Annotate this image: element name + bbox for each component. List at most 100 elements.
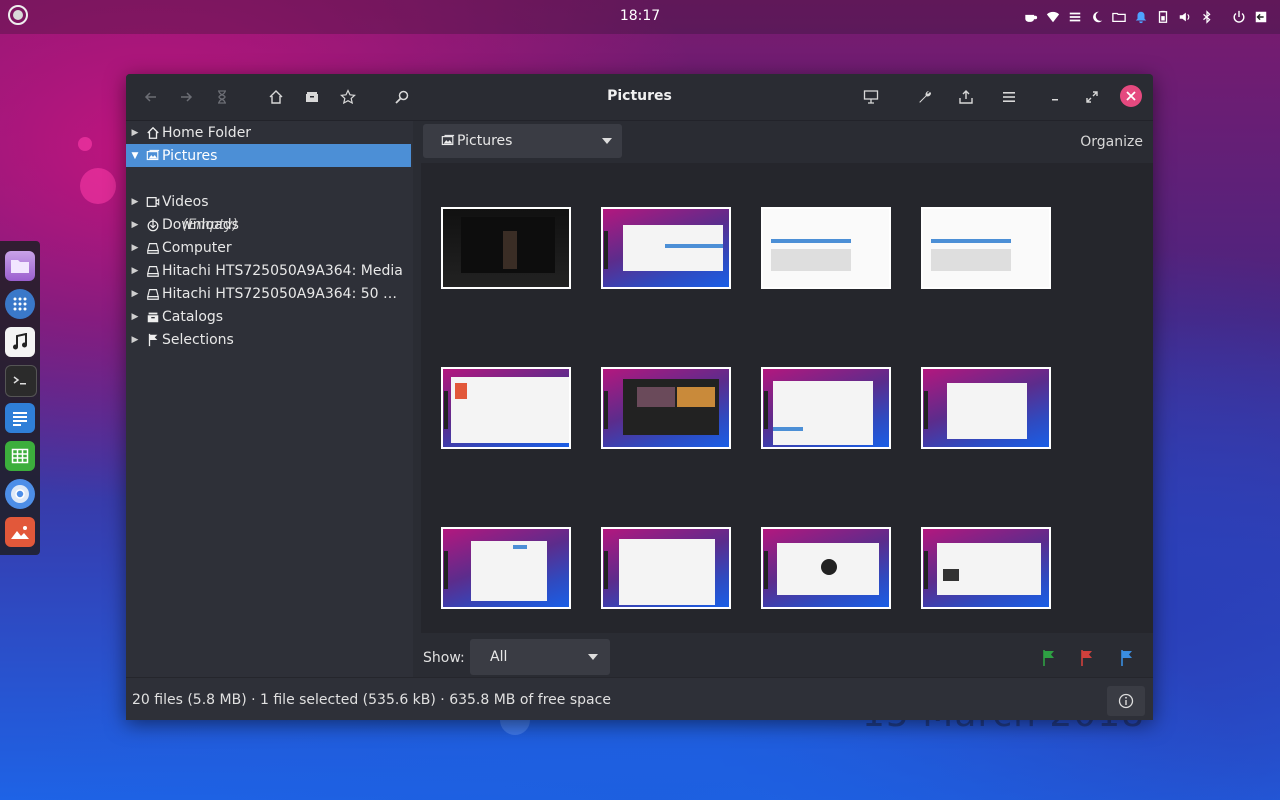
info-button[interactable] <box>1107 686 1145 716</box>
terminal-icon[interactable] <box>5 365 37 397</box>
home-icon <box>144 125 162 141</box>
minimize-icon[interactable] <box>1045 87 1065 107</box>
sidebar-item-label: Hitachi HTS725050A9A364: 50 GB Volume <box>162 285 402 302</box>
sidebar-item-pictures[interactable]: ▼ Pictures <box>126 144 411 167</box>
collapse-arrow-icon[interactable]: ▼ <box>126 151 144 161</box>
sidebar-item-label: Selections <box>162 331 234 348</box>
share-export-icon[interactable] <box>956 87 976 107</box>
green-flag-icon[interactable] <box>1041 649 1057 667</box>
sidebar-item-label: Home Folder <box>162 124 252 141</box>
image-thumbnail[interactable] <box>441 367 571 449</box>
sidebar-item-selections[interactable]: ▶ Selections <box>126 328 411 351</box>
catalog-icon <box>144 309 162 325</box>
home-icon[interactable] <box>266 87 286 107</box>
header-bar: Pictures <box>126 74 1153 121</box>
image-thumbnail[interactable] <box>441 207 571 289</box>
bookmark-star-icon[interactable] <box>338 87 358 107</box>
red-flag-icon[interactable] <box>1079 649 1095 667</box>
location-button[interactable]: Pictures <box>423 124 622 158</box>
image-thumbnail[interactable] <box>441 527 571 609</box>
show-filter-select[interactable]: All <box>470 639 610 675</box>
app-grid-icon[interactable] <box>5 289 35 319</box>
drive-icon <box>144 286 162 302</box>
sidebar-item-label: Pictures <box>162 147 218 164</box>
show-filter-label: Show: <box>423 650 465 666</box>
moon-icon[interactable] <box>1086 6 1108 28</box>
expand-arrow-icon[interactable]: ▶ <box>126 312 144 322</box>
expand-arrow-icon[interactable]: ▶ <box>126 243 144 253</box>
image-viewer-icon[interactable] <box>5 517 35 547</box>
pictures-icon <box>439 133 457 149</box>
slideshow-icon[interactable] <box>861 87 881 107</box>
image-thumbnail[interactable] <box>601 367 731 449</box>
maximize-icon[interactable] <box>1082 87 1102 107</box>
window-title: Pictures <box>607 88 672 104</box>
battery-icon[interactable] <box>1152 6 1174 28</box>
volume-icon[interactable] <box>1174 6 1196 28</box>
tools-wrench-icon[interactable] <box>915 87 935 107</box>
close-icon <box>1126 91 1136 101</box>
writer-icon[interactable] <box>5 403 35 433</box>
sidebar-item-hitachi-50gb[interactable]: ▶ Hitachi HTS725050A9A364: 50 GB Volume <box>126 282 411 305</box>
history-hourglass-icon[interactable] <box>212 87 232 107</box>
forward-arrow-icon[interactable] <box>176 87 196 107</box>
content-pane: Pictures Organize <box>413 121 1153 677</box>
sidebar-item-label: Videos <box>162 193 209 210</box>
sidebar-item-home-folder[interactable]: ▶ Home Folder <box>126 121 411 144</box>
sidebar-item-hitachi-media[interactable]: ▶ Hitachi HTS725050A9A364: Media <box>126 259 411 282</box>
search-icon[interactable] <box>392 87 412 107</box>
pictures-icon <box>144 148 162 164</box>
chromium-icon[interactable] <box>5 479 35 509</box>
sidebar-item-label: Computer <box>162 239 232 256</box>
sidebar-item-computer[interactable]: ▶ Computer <box>126 236 411 259</box>
image-thumbnail[interactable] <box>921 207 1051 289</box>
sidebar-tree: ▶ Home Folder ▼ Pictures (Empty) ▶ Video… <box>126 121 411 677</box>
show-filter-value: All <box>490 649 508 665</box>
image-thumbnail[interactable] <box>601 527 731 609</box>
dock <box>0 241 40 555</box>
top-panel: 18:17 <box>0 0 1280 34</box>
expand-arrow-icon[interactable]: ▶ <box>126 197 144 207</box>
hamburger-menu-icon[interactable] <box>999 87 1019 107</box>
menu-lines-icon[interactable] <box>1064 6 1086 28</box>
power-icon[interactable] <box>1228 6 1250 28</box>
folder-icon[interactable] <box>1108 6 1130 28</box>
image-thumbnail[interactable] <box>761 207 891 289</box>
activities-button[interactable] <box>8 5 28 25</box>
logout-icon[interactable] <box>1250 6 1272 28</box>
coffee-icon[interactable] <box>1020 6 1042 28</box>
close-button[interactable] <box>1120 85 1142 107</box>
music-icon[interactable] <box>5 327 35 357</box>
info-icon <box>1118 693 1134 709</box>
drive-icon <box>144 240 162 256</box>
expand-arrow-icon[interactable]: ▶ <box>126 289 144 299</box>
sidebar-item-catalogs[interactable]: ▶ Catalogs <box>126 305 411 328</box>
image-thumbnail[interactable] <box>601 207 731 289</box>
thumbnail-grid[interactable] <box>421 163 1153 633</box>
image-thumbnail[interactable] <box>761 527 891 609</box>
image-thumbnail[interactable] <box>921 527 1051 609</box>
bell-icon[interactable] <box>1130 6 1152 28</box>
expand-arrow-icon[interactable]: ▶ <box>126 128 144 138</box>
expand-arrow-icon[interactable]: ▶ <box>126 266 144 276</box>
catalog-icon[interactable] <box>302 87 322 107</box>
sidebar-item-downloads[interactable]: ▶ Downloads <box>126 213 411 236</box>
wallpaper-bubble <box>80 168 116 204</box>
expand-arrow-icon[interactable]: ▶ <box>126 220 144 230</box>
wifi-icon[interactable] <box>1042 6 1064 28</box>
files-icon[interactable] <box>5 251 35 281</box>
status-bar: 20 files (5.8 MB) · 1 file selected (535… <box>126 677 1153 720</box>
bluetooth-icon[interactable] <box>1196 6 1218 28</box>
sidebar-item-videos[interactable]: ▶ Videos <box>126 190 411 213</box>
video-icon <box>144 194 162 210</box>
organize-button[interactable]: Organize <box>1080 134 1143 150</box>
clock[interactable]: 18:17 <box>620 8 660 24</box>
calc-icon[interactable] <box>5 441 35 471</box>
blue-flag-icon[interactable] <box>1119 649 1135 667</box>
image-thumbnail[interactable] <box>921 367 1051 449</box>
sidebar-item-label: Hitachi HTS725050A9A364: Media <box>162 262 403 279</box>
drive-icon <box>144 263 162 279</box>
expand-arrow-icon[interactable]: ▶ <box>126 335 144 345</box>
back-arrow-icon[interactable] <box>141 87 161 107</box>
image-thumbnail[interactable] <box>761 367 891 449</box>
